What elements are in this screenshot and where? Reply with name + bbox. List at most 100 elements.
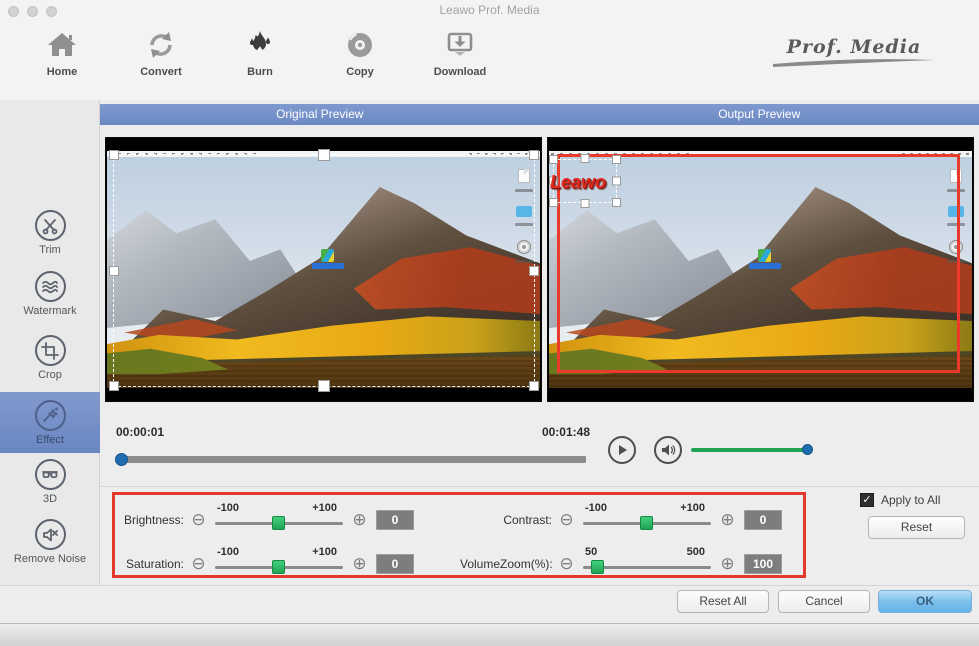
selection-handle[interactable] (529, 265, 539, 276)
reset-all-button[interactable]: Reset All (677, 590, 769, 613)
watermark-handle[interactable] (549, 198, 558, 207)
main-toolbar: Home Convert Burn Copy Download Prof. Me… (0, 20, 979, 100)
seek-thumb[interactable] (115, 453, 128, 466)
saturation-max-label: +100 (312, 546, 337, 558)
sidebar-item-trim[interactable]: Trim (0, 210, 100, 256)
copy-disc-icon (343, 28, 377, 62)
home-label: Home (46, 66, 78, 78)
divider (0, 585, 979, 586)
crop-label: Crop (38, 369, 62, 381)
home-button[interactable]: Home (20, 28, 104, 78)
contrast-slider[interactable] (583, 516, 711, 530)
saturation-row: Saturation: ⊖ -100 +100 ⊕ 0 (114, 546, 414, 575)
trim-icon (34, 210, 66, 241)
effect-icon (34, 399, 66, 431)
volumezoom-max-label: 500 (686, 546, 705, 558)
effect-label: Effect (36, 433, 64, 446)
download-label: Download (433, 66, 487, 78)
sidebar-item-watermark[interactable]: Watermark (0, 271, 100, 317)
watermark-handle[interactable] (580, 154, 590, 163)
brightness-slider[interactable] (215, 516, 343, 530)
sidebar-item-3d[interactable]: 3D (0, 459, 100, 505)
sidebar-item-effect[interactable]: Effect (0, 392, 100, 453)
saturation-min-label: -100 (217, 546, 240, 558)
cancel-button[interactable]: Cancel (778, 590, 870, 613)
preview-area: Leawo (100, 125, 979, 410)
download-icon (443, 28, 477, 62)
contrast-label: Contrast: (503, 513, 552, 527)
contrast-slider-thumb[interactable] (640, 516, 653, 530)
apply-to-all-label: Apply to All (881, 493, 941, 507)
contrast-increase-button[interactable]: ⊕ (719, 511, 736, 528)
saturation-slider-thumb[interactable] (272, 560, 285, 574)
volumezoom-slider-thumb[interactable] (591, 560, 604, 574)
trim-label: Trim (39, 244, 61, 256)
output-preview-pane[interactable]: Leawo (547, 137, 974, 402)
volumezoom-slider[interactable] (583, 560, 711, 574)
contrast-min-label: -100 (585, 502, 608, 514)
burn-label: Burn (247, 66, 273, 78)
original-preview-title: Original Preview (276, 107, 364, 121)
playback-timeline: 00:00:01 00:01:48 (100, 410, 979, 486)
seek-bar[interactable] (115, 453, 586, 466)
watermark-handle[interactable] (612, 176, 621, 186)
tools-sidebar: Trim Watermark Crop Effect 3D Remove Noi… (0, 100, 100, 585)
saturation-decrease-button[interactable]: ⊖ (190, 555, 207, 572)
volumezoom-increase-button[interactable]: ⊕ (719, 555, 736, 572)
convert-button[interactable]: Convert (119, 28, 203, 78)
selection-handle[interactable] (529, 381, 539, 391)
contrast-row: Contrast: ⊖ -100 +100 ⊕ 0 (460, 502, 782, 531)
copy-button[interactable]: Copy (318, 28, 402, 78)
volumezoom-value: 100 (744, 554, 782, 574)
brightness-increase-button[interactable]: ⊕ (351, 511, 368, 528)
volumezoom-decrease-button[interactable]: ⊖ (558, 555, 575, 572)
convert-label: Convert (140, 66, 182, 78)
download-button[interactable]: Download (418, 28, 502, 78)
app-window: Leawo Prof. Media Home Convert Burn Copy… (0, 0, 979, 646)
apply-to-all-row: ✓ Apply to All (860, 493, 940, 507)
saturation-slider[interactable] (215, 560, 343, 574)
watermark-text[interactable]: Leawo (550, 172, 606, 193)
volume-slider[interactable] (691, 444, 813, 455)
watermark-handle[interactable] (549, 155, 558, 164)
play-button[interactable] (608, 436, 636, 464)
original-preview-pane[interactable] (105, 137, 542, 402)
selection-handle[interactable] (529, 150, 539, 160)
watermark-handle[interactable] (580, 199, 590, 208)
reset-button[interactable]: Reset (868, 516, 965, 539)
saturation-value: 0 (376, 554, 414, 574)
saturation-increase-button[interactable]: ⊕ (351, 555, 368, 572)
total-time: 00:01:48 (541, 425, 590, 439)
output-crop-frame (557, 154, 960, 373)
ok-button[interactable]: OK (878, 590, 972, 613)
saturation-label: Saturation: (125, 557, 184, 571)
brightness-row: Brightness: ⊖ -100 +100 ⊕ 0 (114, 502, 414, 531)
volume-button[interactable] (654, 436, 682, 464)
selection-handle[interactable] (109, 265, 119, 276)
window-title: Leawo Prof. Media (439, 3, 540, 17)
brightness-slider-thumb[interactable] (272, 516, 285, 530)
selection-handle[interactable] (109, 150, 119, 160)
watermark-label: Watermark (23, 305, 77, 317)
selection-handle[interactable] (318, 380, 330, 392)
burn-button[interactable]: Burn (218, 28, 302, 78)
crop-icon (34, 335, 66, 366)
effects-panel: Brightness: ⊖ -100 +100 ⊕ 0 Contrast: ⊖ … (100, 487, 979, 585)
watermark-handle[interactable] (612, 155, 621, 164)
sidebar-item-remove-noise[interactable]: Remove Noise (0, 519, 100, 565)
brightness-max-label: +100 (312, 502, 337, 514)
apply-to-all-checkbox[interactable]: ✓ (860, 493, 874, 507)
contrast-value: 0 (744, 510, 782, 530)
watermark-handle[interactable] (612, 198, 621, 207)
crop-selection-rect[interactable] (109, 149, 539, 392)
status-bar (0, 623, 979, 646)
selection-handle[interactable] (318, 149, 330, 161)
sidebar-item-crop[interactable]: Crop (0, 335, 100, 381)
volumezoom-label: VolumeZoom(%): (460, 557, 553, 571)
volume-thumb[interactable] (802, 444, 813, 455)
convert-icon (144, 28, 178, 62)
brightness-decrease-button[interactable]: ⊖ (190, 511, 207, 528)
contrast-decrease-button[interactable]: ⊖ (558, 511, 575, 528)
selection-handle[interactable] (109, 381, 119, 391)
contrast-max-label: +100 (680, 502, 705, 514)
